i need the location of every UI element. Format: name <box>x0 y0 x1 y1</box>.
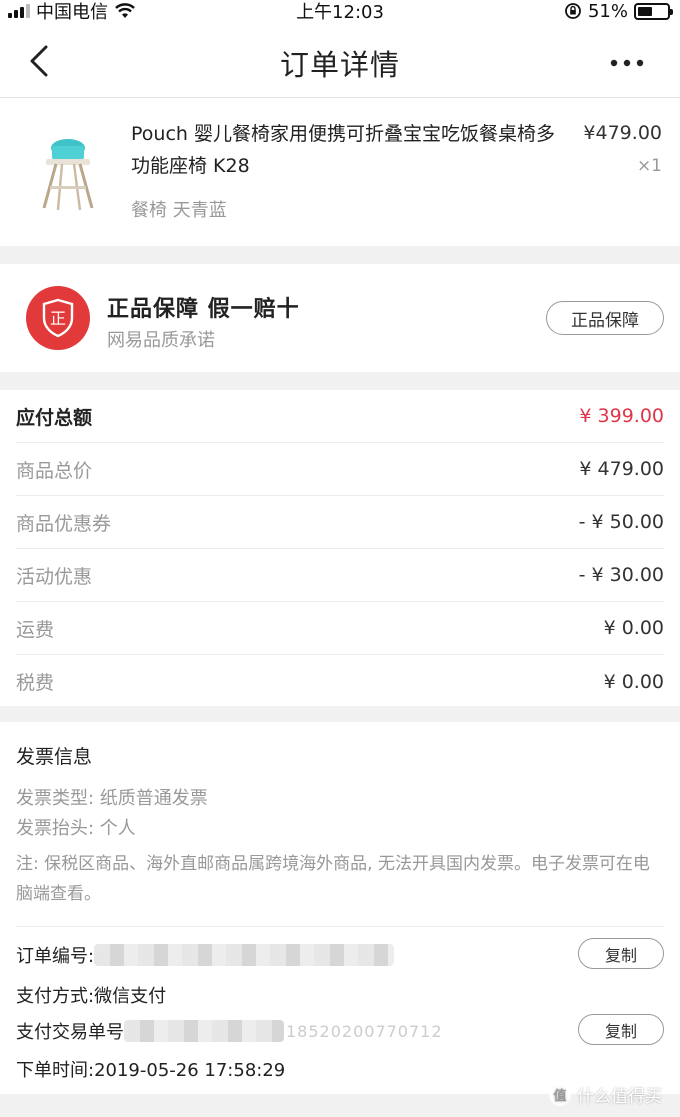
watermark-text: 什么值得买 <box>577 1087 662 1107</box>
copy-order-number-button[interactable]: 复制 <box>578 938 664 969</box>
wifi-icon <box>115 3 135 18</box>
status-left: 中国电信 <box>8 0 136 24</box>
amount-value: ¥ 0.00 <box>603 670 664 693</box>
product-card[interactable]: Pouch 婴儿餐椅家用便携可折叠宝宝吃饭餐桌椅多功能座椅 K28 餐椅 天青蓝… <box>0 98 680 246</box>
invoice-note: 注: 保税区商品、海外直邮商品属跨境海外商品, 无法开具国内发票。电子发票可在电… <box>16 854 650 904</box>
shield-badge-icon: 正 <box>26 286 90 350</box>
battery-percent: 51% <box>587 0 628 22</box>
more-dots-icon[interactable] <box>610 58 644 68</box>
guarantee-card: 正 正品保障 假一赔十 网易品质承诺 正品保障 <box>0 264 680 372</box>
product-sku: 餐椅 天青蓝 <box>131 200 227 221</box>
order-number-redacted <box>94 944 395 966</box>
amount-label: 应付总额 <box>16 406 93 429</box>
guarantee-subtitle: 网易品质承诺 <box>107 330 215 351</box>
product-price: ¥479.00 <box>583 122 662 144</box>
amount-value: - ¥ 50.00 <box>578 511 664 533</box>
guarantee-button[interactable]: 正品保障 <box>546 301 664 335</box>
order-number: 订单编号: <box>16 942 395 968</box>
orientation-lock-icon <box>565 3 581 19</box>
transaction-tail: 18520200770712 <box>286 1021 443 1041</box>
amount-card: 应付总额 ¥ 399.00 商品总价 ¥ 479.00 商品优惠券 - ¥ 50… <box>0 390 680 706</box>
amount-label: 运费 <box>16 618 55 641</box>
amount-row-tax: 税费 ¥ 0.00 <box>16 655 664 708</box>
amount-row-shipping: 运费 ¥ 0.00 <box>16 602 664 655</box>
amount-value: - ¥ 30.00 <box>578 564 664 586</box>
transaction-redacted <box>124 1020 284 1042</box>
battery-icon <box>634 2 673 20</box>
watermark-logo-icon: 值 <box>549 1083 571 1106</box>
transaction-number: 支付交易单号 18520200770712 <box>16 1018 443 1044</box>
product-quantity: ×1 <box>636 156 662 176</box>
carrier-label: 中国电信 <box>36 2 108 23</box>
guarantee-title: 正品保障 假一赔十 <box>107 297 300 322</box>
order-number-label: 订单编号: <box>16 946 95 967</box>
invoice-type: 发票类型: 纸质普通发票 <box>16 788 208 809</box>
amount-label: 税费 <box>16 672 55 694</box>
invoice-heading: 发票信息 <box>16 746 93 768</box>
amount-row-coupon: 商品优惠券 - ¥ 50.00 <box>16 496 664 549</box>
transaction-label: 支付交易单号 <box>16 1022 124 1043</box>
amount-value: ¥ 399.00 <box>579 405 664 427</box>
amount-row-total: 应付总额 ¥ 399.00 <box>16 390 664 443</box>
amount-row-goods: 商品总价 ¥ 479.00 <box>16 443 664 496</box>
amount-value: ¥ 0.00 <box>603 617 664 639</box>
copy-transaction-button[interactable]: 复制 <box>578 1014 664 1045</box>
order-time: 下单时间:2019-05-26 17:58:29 <box>16 1060 286 1081</box>
badge-char: 正 <box>50 309 66 328</box>
battery-fill <box>638 6 653 16</box>
nav-bar: 订单详情 <box>0 22 680 98</box>
page-title: 订单详情 <box>279 48 400 82</box>
divider <box>16 926 664 927</box>
amount-label: 商品优惠券 <box>16 512 112 535</box>
watermark: 值 什么值得买 <box>549 1082 662 1107</box>
info-card: 发票信息 发票类型: 纸质普通发票 发票抬头: 个人 注: 保税区商品、海外直邮… <box>0 722 680 1094</box>
invoice-title: 发票抬头: 个人 <box>16 818 136 839</box>
payment-method: 支付方式:微信支付 <box>16 986 167 1007</box>
amount-value: ¥ 479.00 <box>579 458 664 480</box>
status-bar: 中国电信 上午12:03 51% <box>0 0 680 24</box>
amount-label: 活动优惠 <box>16 565 93 588</box>
product-name: Pouch 婴儿餐椅家用便携可折叠宝宝吃饭餐桌椅多功能座椅 K28 <box>131 123 555 177</box>
signal-icon <box>8 4 30 18</box>
amount-label: 商品总价 <box>16 459 93 482</box>
product-thumbnail <box>22 126 112 216</box>
amount-row-promotion: 活动优惠 - ¥ 30.00 <box>16 549 664 602</box>
status-right: 51% <box>564 0 673 22</box>
